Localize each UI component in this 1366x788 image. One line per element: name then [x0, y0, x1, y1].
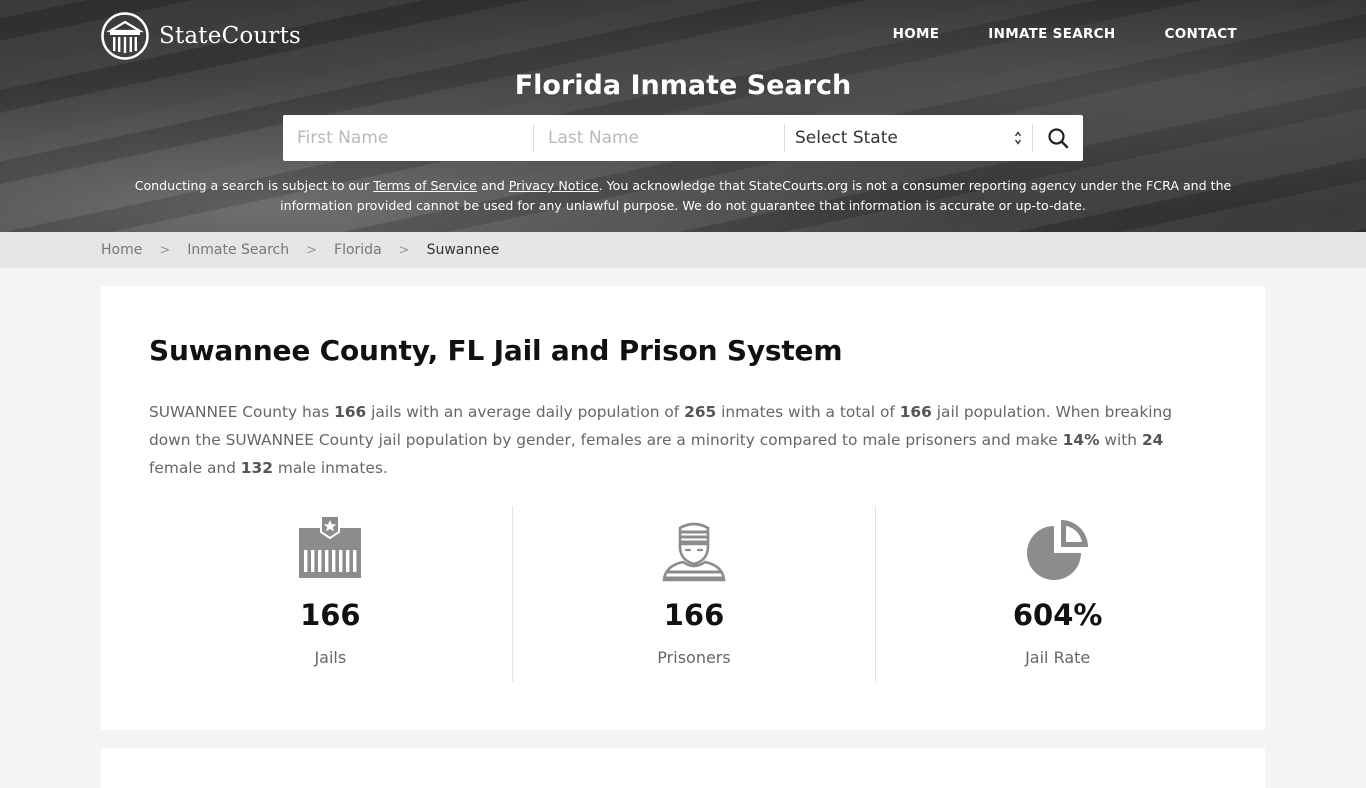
terms-of-service-link[interactable]: Terms of Service [373, 178, 477, 193]
desc-text: with [1099, 431, 1142, 449]
nav-inmate-search[interactable]: INMATE SEARCH [988, 26, 1115, 42]
jails-count: 166 [334, 403, 367, 421]
state-select[interactable]: Select State [785, 115, 1032, 161]
stat-jails: 166 Jails [149, 506, 512, 682]
stat-value: 166 [300, 598, 361, 632]
chevron-right-icon: > [306, 242, 318, 258]
stat-jail-rate: 604% Jail Rate [875, 506, 1239, 682]
disclaimer-text: Conducting a search is subject to our [134, 178, 374, 193]
brand-logo[interactable]: StateCourts [101, 12, 301, 60]
next-section-card [101, 748, 1265, 788]
privacy-notice-link[interactable]: Privacy Notice [509, 178, 599, 193]
nav-home[interactable]: HOME [893, 26, 940, 42]
select-arrows-icon [1014, 131, 1022, 145]
state-select-value: Select State [795, 128, 898, 148]
desc-text: jails with an average daily population o… [366, 403, 685, 421]
inmate-search-form: Select State [283, 115, 1083, 161]
disclaimer-text: and [477, 178, 509, 193]
breadcrumb-florida[interactable]: Florida [334, 242, 382, 258]
county-description: SUWANNEE County has 166 jails with an av… [149, 398, 1209, 482]
search-button[interactable] [1033, 115, 1083, 161]
pie-chart-icon [1026, 520, 1088, 580]
search-disclaimer: Conducting a search is subject to our Te… [120, 176, 1246, 216]
page-title: Suwannee County, FL Jail and Prison Syst… [149, 334, 843, 367]
hero-title: Florida Inmate Search [514, 70, 852, 101]
brand-name: StateCourts [159, 23, 302, 49]
main-nav: HOME INMATE SEARCH CONTACT [844, 26, 1237, 42]
hero-banner: StateCourts HOME INMATE SEARCH CONTACT F… [0, 0, 1366, 232]
desc-text: female and [149, 459, 241, 477]
stat-label: Jail Rate [1025, 648, 1091, 667]
courthouse-columns-icon [101, 12, 149, 60]
breadcrumb: Home > Inmate Search > Florida > Suwanne… [0, 232, 1366, 268]
desc-text: SUWANNEE County has [149, 403, 335, 421]
stat-label: Prisoners [657, 648, 731, 667]
breadcrumb-home[interactable]: Home [101, 242, 142, 258]
stat-value: 604% [1012, 598, 1103, 632]
female-count: 24 [1141, 431, 1164, 449]
county-overview-card: Suwannee County, FL Jail and Prison Syst… [101, 286, 1265, 730]
chevron-right-icon: > [159, 242, 171, 258]
desc-text: inmates with a total of [716, 403, 900, 421]
chevron-right-icon: > [398, 242, 410, 258]
breadcrumb-inmate-search[interactable]: Inmate Search [187, 242, 289, 258]
prisoner-icon [662, 522, 726, 582]
avg-daily-population: 265 [684, 403, 717, 421]
nav-contact[interactable]: CONTACT [1164, 26, 1237, 42]
breadcrumb-current: Suwannee [426, 242, 500, 258]
magnifier-icon [1048, 128, 1069, 149]
stat-prisoners: 166 Prisoners [511, 506, 876, 682]
last-name-input[interactable] [534, 115, 784, 161]
stats-row: 166 Jails 166 Prisoners 604% Jail Rate [149, 506, 1239, 682]
female-percent: 14% [1062, 431, 1100, 449]
jail-building-icon [299, 516, 362, 578]
stat-value: 166 [663, 598, 725, 632]
desc-text: male inmates. [272, 459, 388, 477]
first-name-input[interactable] [283, 115, 533, 161]
male-count: 132 [240, 459, 273, 477]
stat-label: Jails [314, 648, 347, 667]
total-population: 166 [899, 403, 932, 421]
